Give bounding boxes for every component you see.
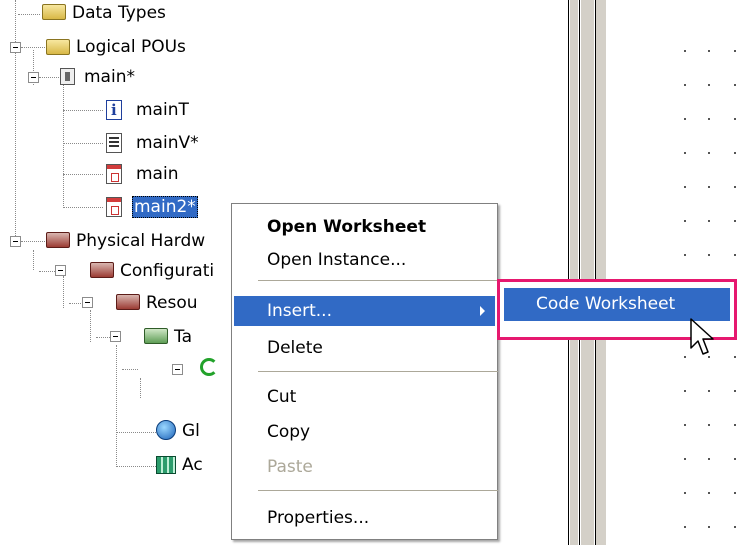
menu-item-cut[interactable]: Cut xyxy=(234,382,495,412)
tree-item-mainv[interactable]: mainV* xyxy=(134,132,201,154)
collapse-toggle-icon[interactable] xyxy=(10,42,21,53)
grid-dot xyxy=(734,458,736,460)
grid-dot xyxy=(734,424,736,426)
grid-dot xyxy=(684,526,686,528)
grid-dot xyxy=(684,152,686,154)
folder-icon xyxy=(46,39,70,55)
grid-dot xyxy=(708,424,710,426)
menu-item-copy[interactable]: Copy xyxy=(234,417,495,447)
menu-separator xyxy=(258,371,498,372)
red-folder-icon xyxy=(116,294,140,310)
grid-dot xyxy=(734,84,736,86)
grid-dot xyxy=(684,50,686,52)
tree-item-resource[interactable]: Resou xyxy=(144,292,200,314)
folder-icon xyxy=(42,4,66,20)
grid-dot xyxy=(734,526,736,528)
splitter-line xyxy=(579,0,580,545)
menu-item-insert-label: Insert... xyxy=(267,301,332,321)
splitter-bar[interactable] xyxy=(596,0,606,545)
grid-dot xyxy=(708,492,710,494)
collapse-toggle-icon[interactable] xyxy=(28,72,39,83)
splitter-bar[interactable] xyxy=(570,0,578,545)
grid-dot xyxy=(708,254,710,256)
menu-separator xyxy=(258,490,498,491)
worksheet-area[interactable] xyxy=(568,0,739,545)
menu-separator xyxy=(258,280,498,281)
code-doc-icon xyxy=(106,164,122,184)
menu-item-paste: Paste xyxy=(267,457,313,477)
tree-item-logical-pous[interactable]: Logical POUs xyxy=(74,36,188,58)
menu-item-open-instance[interactable]: Open Instance... xyxy=(234,245,495,275)
variables-doc-icon xyxy=(106,133,122,153)
tree-item-maint[interactable]: mainT xyxy=(134,99,191,121)
grid-dot xyxy=(734,492,736,494)
green-folder-icon xyxy=(144,328,168,344)
grid-dot xyxy=(734,50,736,52)
collapse-toggle-icon[interactable] xyxy=(55,265,66,276)
grid-dot xyxy=(734,118,736,120)
grid-dot xyxy=(684,492,686,494)
collapse-toggle-icon[interactable] xyxy=(172,364,183,375)
grid-dot xyxy=(708,186,710,188)
grid-dot xyxy=(708,390,710,392)
menu-item-insert[interactable]: Insert... xyxy=(234,296,495,326)
menu-item-properties[interactable]: Properties... xyxy=(234,503,495,533)
grid-dot xyxy=(684,84,686,86)
red-folder-icon xyxy=(46,232,70,248)
menu-item-open-worksheet[interactable]: Open Worksheet xyxy=(234,212,495,242)
grid-dot xyxy=(684,356,686,358)
tree-item-main-pou[interactable]: main* xyxy=(82,66,137,88)
grid-dot xyxy=(734,220,736,222)
globals-icon xyxy=(156,420,176,440)
splitter-bar[interactable] xyxy=(581,0,594,545)
grid-dot xyxy=(684,390,686,392)
grid-dot xyxy=(684,220,686,222)
code-doc-icon xyxy=(106,197,122,217)
tree-item-main-code[interactable]: main xyxy=(134,163,180,185)
tree-item-task[interactable] xyxy=(224,358,228,380)
red-folder-icon xyxy=(90,262,114,278)
info-doc-icon xyxy=(106,100,122,120)
submenu-item-code-worksheet[interactable]: Code Worksheet xyxy=(504,288,730,321)
splitter-line xyxy=(568,0,569,545)
grid-dot xyxy=(708,458,710,460)
grid-dot xyxy=(734,152,736,154)
grid-dot xyxy=(708,220,710,222)
grid-dot xyxy=(708,50,710,52)
grid-dot xyxy=(684,118,686,120)
grid-dot xyxy=(684,254,686,256)
grid-dot xyxy=(734,254,736,256)
tree-item-io[interactable]: Ac xyxy=(180,454,205,476)
menu-item-delete[interactable]: Delete xyxy=(234,333,495,363)
grid-dot xyxy=(708,526,710,528)
collapse-toggle-icon[interactable] xyxy=(10,236,21,247)
grid-dot xyxy=(684,458,686,460)
grid-dot xyxy=(734,390,736,392)
tree-item-physical-hardware[interactable]: Physical Hardw xyxy=(74,230,207,252)
context-menu[interactable]: Open Worksheet Open Instance... Insert..… xyxy=(231,203,498,540)
grid-dot xyxy=(708,84,710,86)
grid-dot xyxy=(708,152,710,154)
grid-dot xyxy=(684,424,686,426)
tree-item-data-types[interactable]: Data Types xyxy=(70,2,168,24)
grid-dot xyxy=(684,186,686,188)
program-icon xyxy=(60,68,75,85)
grid-dot xyxy=(734,186,736,188)
grid-dot xyxy=(708,118,710,120)
io-grid-icon xyxy=(156,456,176,474)
tree-item-configuration[interactable]: Configurati xyxy=(118,260,216,282)
submenu-arrow-icon xyxy=(480,306,485,316)
collapse-toggle-icon[interactable] xyxy=(82,297,93,308)
mouse-pointer-icon xyxy=(690,318,714,355)
collapse-toggle-icon[interactable] xyxy=(110,331,121,342)
tree-item-global-variables[interactable]: Gl xyxy=(180,420,202,442)
tree-item-tasks[interactable]: Ta xyxy=(172,326,194,348)
grid-dot xyxy=(734,356,736,358)
tree-item-main2-selected[interactable]: main2* xyxy=(132,196,198,218)
task-cycle-icon xyxy=(200,358,218,376)
